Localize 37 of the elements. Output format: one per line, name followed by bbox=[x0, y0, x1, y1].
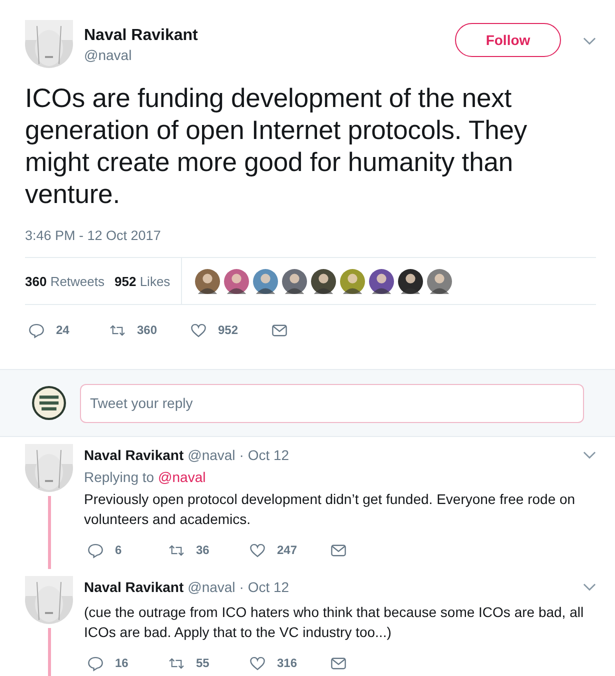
retweet-count: 36 bbox=[196, 543, 210, 557]
thread-line bbox=[48, 628, 50, 676]
replying-label: Replying to bbox=[84, 469, 154, 485]
stat-link[interactable]: 952 Likes bbox=[114, 274, 170, 288]
like-count: 316 bbox=[277, 656, 298, 670]
reply-timestamp: · Oct 12 bbox=[239, 579, 290, 595]
reply-icon[interactable] bbox=[87, 542, 104, 558]
reply-text: Previously open protocol development didn’t get funded. Everyone free rode on volunteers and academics. bbox=[84, 490, 576, 529]
reply-timestamp: · Oct 12 bbox=[239, 447, 290, 463]
chevron-down-icon[interactable] bbox=[583, 451, 596, 459]
author-name: Naval Ravikant bbox=[84, 447, 184, 463]
reply-count: 24 bbox=[56, 323, 70, 337]
author-handle: @naval bbox=[84, 46, 133, 64]
like-count: 952 bbox=[218, 323, 238, 337]
reply-count: 6 bbox=[115, 543, 122, 557]
reply-icon[interactable] bbox=[87, 654, 104, 672]
author-handle: @naval bbox=[188, 579, 236, 595]
tweet-text: ICOs are funding development of the next generation of open Internet protocols. They might create more good for humanity than venture. bbox=[25, 82, 528, 210]
reply-icon[interactable] bbox=[28, 322, 45, 338]
author-name: Naval Ravikant bbox=[84, 579, 184, 595]
follow-button[interactable]: Follow bbox=[455, 23, 561, 57]
stat-link[interactable]: 360 Retweets bbox=[25, 274, 105, 288]
reply-text: (cue the outrage from ICO haters who think that because some ICOs are bad, all ICOs are bad. Apply that to the VC industry too...) bbox=[84, 603, 585, 642]
chevron-down-icon[interactable] bbox=[583, 37, 596, 45]
like-count: 247 bbox=[277, 543, 298, 557]
mention-link[interactable]: @naval bbox=[158, 469, 206, 485]
heart-icon[interactable] bbox=[249, 542, 266, 558]
author-handle: @naval bbox=[188, 447, 236, 463]
chevron-down-icon[interactable] bbox=[583, 583, 596, 591]
heart-icon[interactable] bbox=[190, 322, 207, 338]
heart-icon[interactable] bbox=[249, 654, 266, 672]
retweet-count: 55 bbox=[196, 656, 210, 670]
retweet-count: 360 bbox=[137, 323, 158, 337]
reply-count: 16 bbox=[115, 656, 128, 670]
tweet-timestamp: 3:46 PM - 12 Oct 2017 bbox=[25, 228, 162, 243]
reply-input-field[interactable]: Tweet your reply bbox=[80, 384, 584, 422]
author-name: Naval Ravikant bbox=[84, 26, 199, 46]
